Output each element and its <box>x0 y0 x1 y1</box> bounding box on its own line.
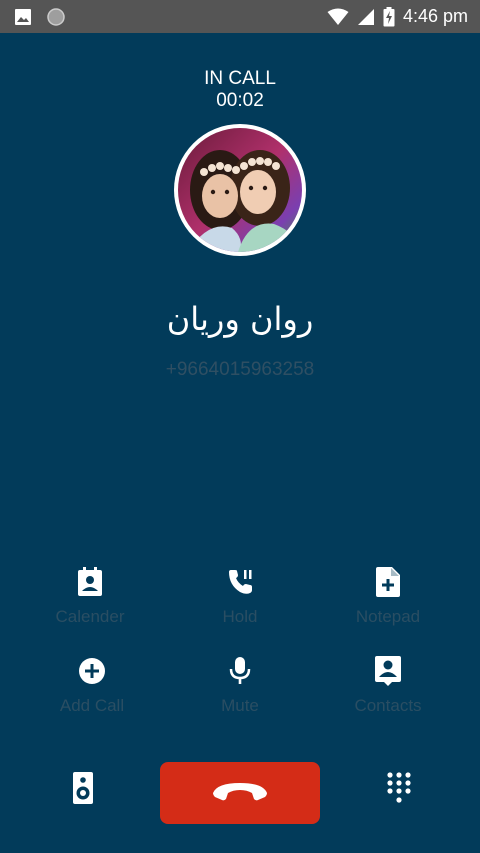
contacts-label: Contacts <box>354 696 422 715</box>
add-circle-icon <box>12 654 172 688</box>
hold-label: Hold <box>222 607 258 626</box>
wifi-icon <box>327 8 349 26</box>
contacts-button[interactable]: Contacts <box>308 654 468 716</box>
caller-name: روان وريان <box>166 300 314 338</box>
notepad-button[interactable]: Notepad <box>308 565 468 627</box>
contact-card-icon <box>308 654 468 688</box>
dialpad-button[interactable] <box>382 771 416 809</box>
phone-pause-icon <box>160 565 320 599</box>
call-end-icon <box>211 780 269 807</box>
caller-avatar <box>174 124 306 256</box>
end-call-button[interactable] <box>160 762 320 824</box>
clock: 4:46 pm <box>402 6 468 26</box>
status-bar: 4:46 pm <box>0 0 480 33</box>
add-call-button[interactable]: Add Call <box>12 654 172 716</box>
mute-label: Mute <box>221 696 259 715</box>
speaker-icon <box>73 771 93 809</box>
call-status: IN CALL 00:02 <box>0 68 480 112</box>
add-call-label: Add Call <box>59 696 125 715</box>
dialpad-icon <box>387 771 411 809</box>
speaker-button[interactable] <box>66 771 100 809</box>
calendar-button[interactable]: Calender <box>10 565 170 627</box>
mute-button[interactable]: Mute <box>160 654 320 716</box>
calendar-contact-icon <box>10 565 170 599</box>
avatar-photo <box>178 128 302 252</box>
image-icon <box>14 8 32 26</box>
battery-charging-icon <box>383 6 395 27</box>
circle-notification-icon <box>46 7 66 27</box>
caller-number: +9664015963258 <box>165 359 315 380</box>
hold-button[interactable]: Hold <box>160 565 320 627</box>
notepad-label: Notepad <box>355 607 421 626</box>
call-duration: 00:02 <box>216 90 264 111</box>
calendar-label: Calender <box>55 607 125 626</box>
cell-signal-icon <box>357 8 375 26</box>
note-add-icon <box>308 565 468 599</box>
microphone-icon <box>160 654 320 688</box>
call-state-label: IN CALL <box>204 68 276 89</box>
